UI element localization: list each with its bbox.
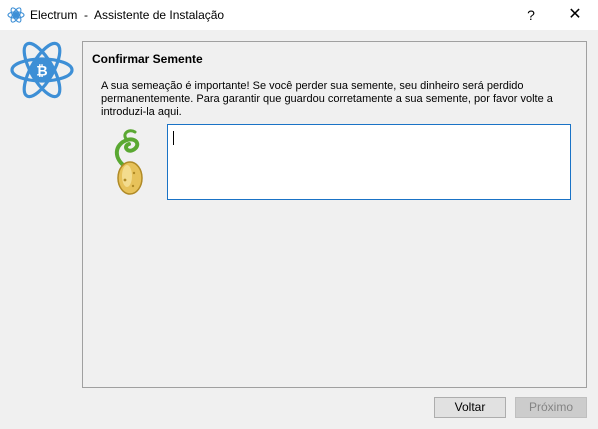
confirm-seed-panel: Confirmar Semente A sua semeação é impor…	[82, 41, 587, 388]
close-button[interactable]: ✕	[552, 0, 598, 30]
text-caret	[173, 131, 174, 145]
back-button[interactable]: Voltar	[434, 397, 506, 418]
svg-text:₿: ₿	[36, 64, 47, 80]
panel-title: Confirmar Semente	[92, 52, 203, 66]
seed-input[interactable]	[167, 124, 571, 200]
seed-icon	[114, 129, 143, 195]
next-button[interactable]: Próximo	[515, 397, 587, 418]
help-button[interactable]: ?	[508, 0, 554, 30]
title-bar: Electrum - Assistente de Instalação ? ✕	[0, 0, 598, 30]
electrum-logo-icon: ₿	[10, 41, 74, 99]
window-title: Electrum - Assistente de Instalação	[30, 8, 225, 22]
electrum-logo-icon	[7, 7, 25, 23]
instruction-text: A sua semeação é importante! Se você per…	[101, 80, 553, 118]
